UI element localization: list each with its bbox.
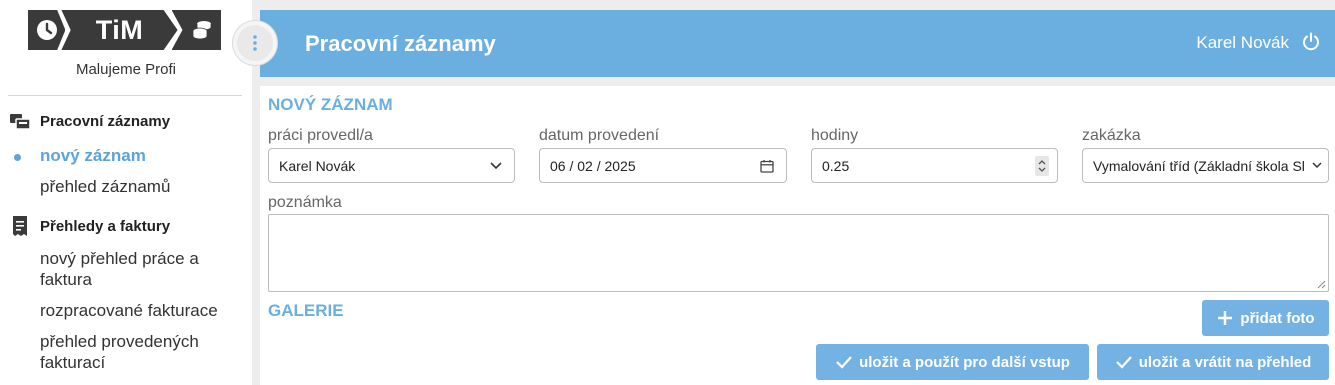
date-value: 06 / 02 / 2025 [550,157,636,174]
hours-label: hodiny [811,127,859,144]
company-name: Malujeme Profi [75,61,177,78]
kebab-menu-icon [253,35,257,51]
section-title-new-record: NOVÝ ZÁZNAM [268,95,393,114]
sidebar-item-records-overview[interactable]: přehled záznamů [40,176,240,197]
page-title: Pracovní záznamy [305,31,496,56]
save-and-continue-button[interactable]: uložit a použít pro další vstup [816,344,1089,380]
new-record-form: NOVÝ ZÁZNAM práci provedl/a Karel Novák … [260,86,1335,385]
power-icon [1303,32,1319,51]
save-and-continue-label: uložit a použít pro další vstup [859,353,1070,371]
save-and-return-button[interactable]: uložit a vrátit na přehled [1097,344,1329,380]
hours-input[interactable]: 0.25 [811,148,1058,183]
coins-icon [171,10,221,50]
note-label: poznámka [268,194,342,211]
sidebar-item-invoices-in-progress[interactable]: rozpracované fakturace [40,300,240,321]
receipt-icon [0,215,40,237]
sidebar-toggle-button[interactable] [233,21,277,65]
hours-value: 0.25 [822,157,850,174]
sidebar-item-new-invoice[interactable]: nový přehled práce a faktura [40,248,240,290]
worker-select[interactable]: Karel Novák [268,148,515,183]
worker-label: práci provedl/a [268,127,373,144]
order-select[interactable]: Vymalování tříd (Základní škola Slunečni… [1082,148,1329,183]
date-label: datum provedení [539,127,660,144]
sidebar: TiM Malujeme Profi Pracovní záznamy nový… [0,0,252,385]
note-textarea[interactable] [268,214,1329,292]
add-photo-button[interactable]: přidat foto [1202,300,1329,336]
logout-button[interactable] [1301,32,1321,57]
checkmark-icon [1115,356,1132,369]
clock-icon [28,10,66,50]
sidebar-group-invoices: Přehledy a faktury [0,215,252,237]
sidebar-item-new-record[interactable]: nový záznam [40,145,240,166]
work-records-icon [0,111,40,131]
date-input[interactable]: 06 / 02 / 2025 [539,148,787,183]
calendar-icon[interactable] [760,149,774,182]
sidebar-group-label: Pracovní záznamy [40,112,171,130]
add-photo-label: přidat foto [1240,309,1315,327]
resize-grip-icon[interactable] [1316,279,1326,289]
chevron-down-icon [490,149,502,182]
sidebar-group-label: Přehledy a faktury [40,217,171,235]
active-indicator [14,154,21,161]
section-title-gallery: GALERIE [268,301,344,320]
checkmark-icon [836,356,852,369]
spinner-icon[interactable] [1035,149,1049,182]
order-label: zakázka [1082,127,1141,144]
sidebar-item-invoices-done[interactable]: přehled provedených fakturací [40,331,240,373]
worker-value: Karel Novák [279,157,356,174]
sidebar-divider [8,95,242,96]
sidebar-group-work-records: Pracovní záznamy [0,111,252,131]
order-value: Vymalování tříd (Základní škola Slunečni… [1093,157,1304,174]
app-logo[interactable]: TiM [28,10,221,50]
chevron-down-icon [1312,149,1322,182]
user-name[interactable]: Karel Novák [1196,33,1289,53]
page-header: Pracovní záznamy Karel Novák [260,10,1335,77]
logo-text: TiM [61,10,178,50]
plus-icon [1218,311,1233,325]
save-and-return-label: uložit a vrátit na přehled [1138,353,1312,371]
